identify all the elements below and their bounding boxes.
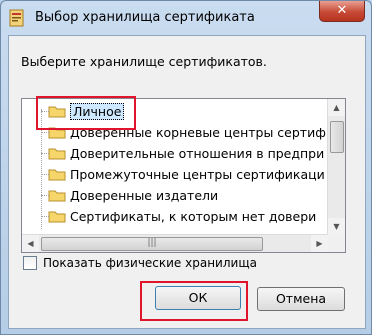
vertical-scroll-thumb[interactable] <box>330 121 344 153</box>
horizontal-scrollbar[interactable]: ◀ ||| ▶ <box>22 234 328 252</box>
tree-item-untrusted[interactable]: Сертификаты, к которым нет довери <box>48 206 316 226</box>
scroll-left-arrow-icon[interactable]: ◀ <box>22 235 39 252</box>
certificate-store-dialog: Выбор хранилища сертификата ✕ Выберите х… <box>0 0 372 335</box>
folder-icon <box>48 169 66 181</box>
tree-item-intermediate[interactable]: Промежуточные центры сертификаци <box>48 164 325 184</box>
tree-item-enterprise-trust[interactable]: Доверительные отношения в предпри <box>48 143 324 163</box>
show-physical-stores-label: Показать физические хранилища <box>43 256 257 270</box>
prompt-text: Выберите хранилище сертификатов. <box>21 54 267 69</box>
scroll-down-arrow-icon[interactable]: ▼ <box>328 218 345 235</box>
folder-icon <box>48 190 66 202</box>
tree-connector <box>41 216 49 217</box>
folder-icon <box>48 148 66 160</box>
horizontal-scroll-thumb[interactable]: ||| <box>41 237 263 251</box>
tree-item-label: Доверенные издатели <box>70 187 219 203</box>
tree-connector <box>41 174 49 175</box>
show-physical-stores-checkbox[interactable] <box>23 256 37 270</box>
scroll-up-arrow-icon[interactable]: ▲ <box>328 99 345 116</box>
vertical-scrollbar[interactable]: ▲ ▼ <box>327 99 345 235</box>
tree-item-label: Сертификаты, к которым нет довери <box>70 208 317 224</box>
window-title: Выбор хранилища сертификата <box>35 10 255 25</box>
certificate-icon <box>9 9 24 27</box>
tree-connector <box>41 195 49 196</box>
folder-icon <box>48 211 66 223</box>
tree-connector <box>41 132 49 133</box>
tree-item-label: Доверительные отношения в предпри <box>70 145 325 161</box>
show-physical-stores-option[interactable]: Показать физические хранилища <box>23 256 257 270</box>
close-button[interactable]: ✕ <box>319 1 365 22</box>
scrollbar-corner <box>328 235 345 252</box>
tree-item-label: Промежуточные центры сертификаци <box>70 166 325 182</box>
cancel-button[interactable]: Отмена <box>257 287 345 311</box>
title-bar[interactable]: Выбор хранилища сертификата ✕ <box>1 1 371 35</box>
tree-connector <box>41 153 49 154</box>
highlight-box-ok <box>140 281 248 321</box>
highlight-box-personal <box>36 96 136 130</box>
scroll-right-arrow-icon[interactable]: ▶ <box>311 235 328 252</box>
tree-item-trusted-publishers[interactable]: Доверенные издатели <box>48 185 218 205</box>
